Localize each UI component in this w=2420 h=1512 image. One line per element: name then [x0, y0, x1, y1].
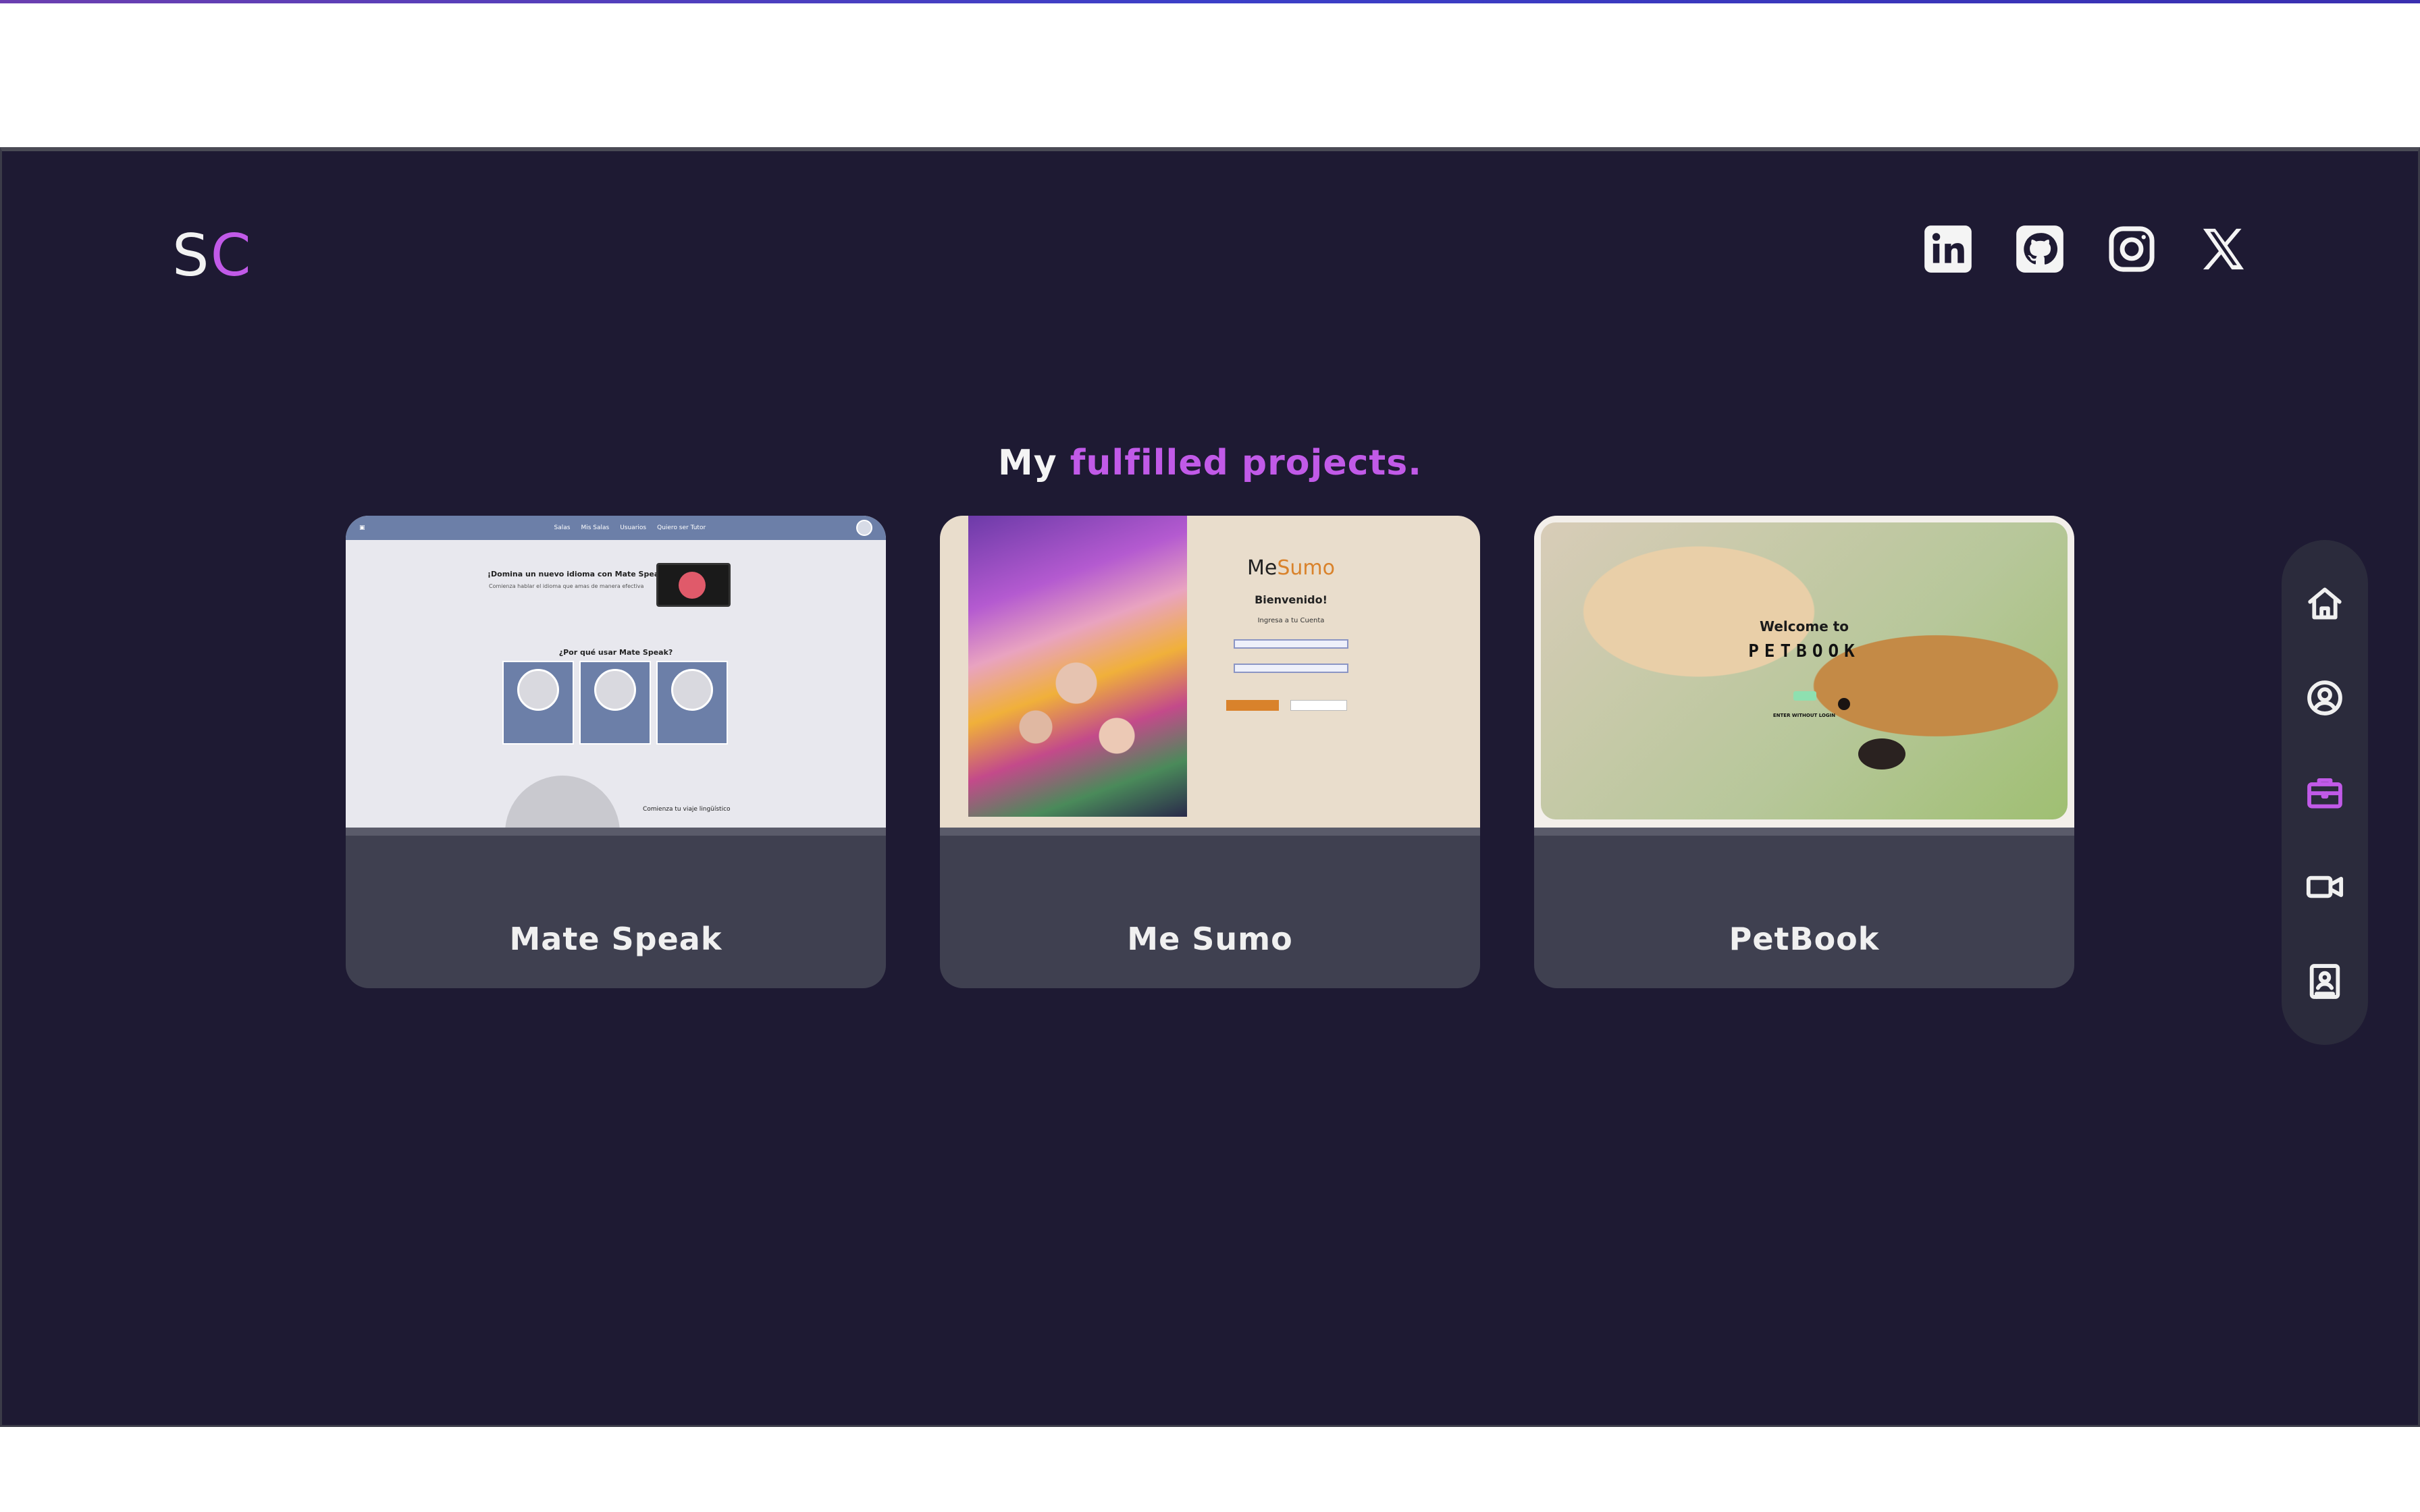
project-card-petbook[interactable]: Welcome to PETBOOK ENTER WITHOUT LOGIN P…: [1534, 516, 2074, 988]
thumb-login-button: [1793, 691, 1816, 701]
contact-book-icon[interactable]: [2303, 960, 2346, 1003]
bottom-white-strip: [0, 1427, 2420, 1512]
heading-prefix: My: [998, 443, 1057, 483]
x-icon[interactable]: [2198, 223, 2249, 275]
logo-letter-c: C: [210, 222, 253, 290]
thumb-enter-link: ENTER WITHOUT LOGIN: [1772, 713, 1836, 718]
thumb-circle-photo: [505, 776, 620, 828]
thumb-brand-b: Sumo: [1277, 556, 1335, 580]
video-icon[interactable]: [2303, 865, 2346, 909]
thumb-google-button: [1290, 700, 1348, 711]
thumb-login-sub: Ingresa a tu Cuenta: [1257, 617, 1325, 624]
thumb-divider: [346, 828, 886, 836]
project-card-me-sumo[interactable]: MeSumo Bienvenido! Ingresa a tu Cuenta M…: [940, 516, 1480, 988]
project-title: PetBook: [1729, 921, 1880, 957]
thumb-login-panel: MeSumo Bienvenido! Ingresa a tu Cuenta: [1224, 556, 1359, 779]
project-cards: ▣ Salas Mis Salas Usuarios Quiero ser Tu…: [346, 516, 2074, 988]
thumb-feature-box: [656, 661, 728, 745]
heading-accent: fulfilled projects.: [1070, 443, 1422, 483]
thumb-nav-link: Mis Salas: [581, 524, 610, 531]
project-title: Me Sumo: [1127, 921, 1293, 957]
github-icon[interactable]: [2014, 223, 2066, 275]
briefcase-icon[interactable]: [2303, 771, 2346, 814]
thumb-dog-eye: [1838, 698, 1850, 710]
thumb-dog-photo: [1541, 522, 2068, 819]
thumb-nav-link: Quiero ser Tutor: [657, 524, 706, 531]
project-thumbnail: ▣ Salas Mis Salas Usuarios Quiero ser Tu…: [346, 516, 886, 828]
thumb-brand: MeSumo: [1224, 556, 1359, 580]
thumb-avatar: [856, 520, 872, 536]
thumb-feature-box: [502, 661, 574, 745]
thumb-email-field: [1234, 639, 1348, 649]
portfolio-page: SC My fulfilled projects. ▣ Salas Mis Sa…: [0, 147, 2420, 1427]
thumb-login-button: [1226, 700, 1279, 711]
thumb-why-heading: ¿Por qué usar Mate Speak?: [558, 648, 673, 657]
thumb-bottom-text: Comienza tu viaje lingüístico: [643, 806, 731, 813]
thumb-logo: ▣: [359, 524, 365, 531]
project-thumbnail: MeSumo Bienvenido! Ingresa a tu Cuenta: [940, 516, 1480, 828]
user-icon[interactable]: [2303, 676, 2346, 720]
home-icon[interactable]: [2303, 582, 2346, 625]
thumb-password-field: [1234, 664, 1348, 673]
thumb-brand-a: Me: [1247, 556, 1278, 580]
thumb-feature-boxes: [502, 661, 728, 745]
thumb-divider: [1534, 828, 2074, 836]
thumb-navbar: ▣ Salas Mis Salas Usuarios Quiero ser Tu…: [346, 516, 886, 540]
thumb-divider: [940, 828, 1480, 836]
project-title: Mate Speak: [509, 921, 722, 957]
thumb-dog-nose: [1858, 738, 1905, 770]
thumb-feature-box: [579, 661, 651, 745]
side-navigation: [2282, 540, 2368, 1045]
thumb-color-festival-photo: [968, 516, 1187, 817]
thumb-welcome: Welcome to: [1759, 618, 1849, 634]
thumb-hero-subtitle: Comienza hablar el idioma que amas de ma…: [489, 583, 644, 589]
thumb-nav-link: Salas: [554, 524, 571, 531]
section-heading: My fulfilled projects.: [2, 443, 2418, 483]
linkedin-icon[interactable]: [1922, 223, 1974, 275]
thumb-nav-link: Usuarios: [620, 524, 647, 531]
top-white-strip: [0, 3, 2420, 147]
project-thumbnail: Welcome to PETBOOK ENTER WITHOUT LOGIN: [1534, 516, 2074, 828]
thumb-brand: PETBOOK: [1748, 641, 1860, 662]
social-links: [1922, 223, 2249, 275]
thumb-welcome: Bienvenido!: [1255, 593, 1327, 606]
logo-letter-s: S: [172, 222, 211, 290]
thumb-laptop-illustration: [656, 563, 731, 607]
project-card-mate-speak[interactable]: ▣ Salas Mis Salas Usuarios Quiero ser Tu…: [346, 516, 886, 988]
instagram-icon[interactable]: [2106, 223, 2157, 275]
thumb-hero-title: ¡Domina un nuevo idioma con Mate Speak!: [488, 570, 668, 578]
logo[interactable]: SC: [172, 222, 253, 290]
